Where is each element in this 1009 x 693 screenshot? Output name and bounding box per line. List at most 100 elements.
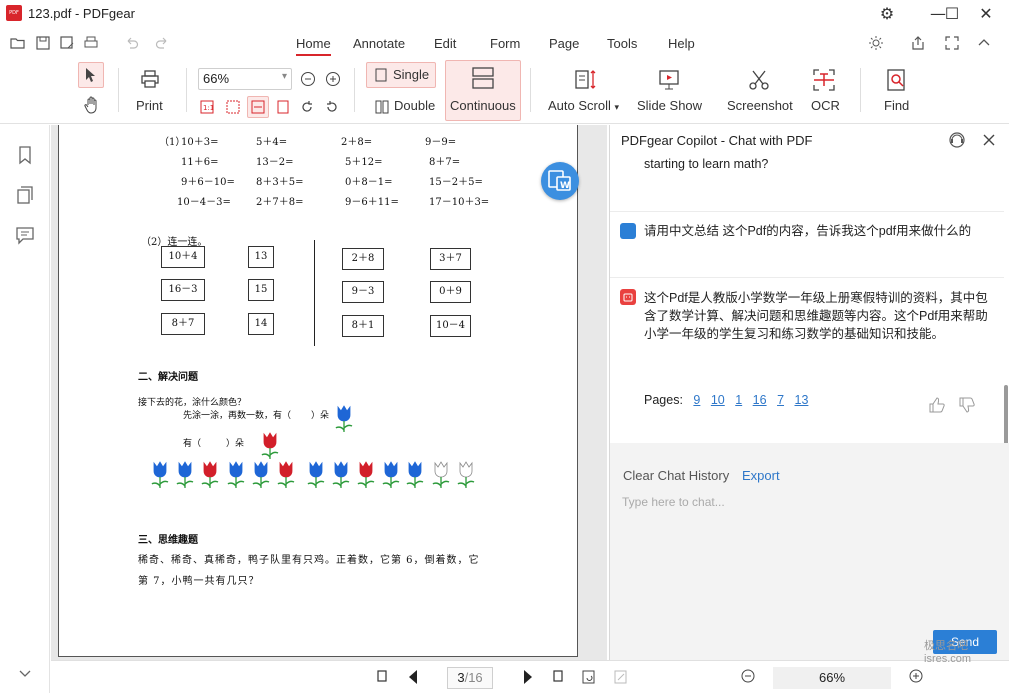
page-number-input[interactable]: 3/16 — [447, 667, 493, 689]
slide-show-button[interactable]: Slide Show — [637, 98, 702, 113]
rotate-view-icon[interactable] — [581, 669, 597, 688]
undo-icon[interactable] — [124, 35, 140, 51]
ocr-icon[interactable] — [812, 68, 836, 92]
find-icon[interactable] — [885, 68, 909, 92]
page-link[interactable]: 1 — [735, 393, 742, 407]
share-icon[interactable] — [910, 35, 926, 51]
zoom-select[interactable]: 66% ▾ — [198, 68, 292, 90]
double-page-icon[interactable] — [375, 100, 389, 114]
chat-footer: Clear Chat History Export Type here to c… — [610, 443, 1009, 660]
match-box: 8＋7 — [161, 313, 205, 335]
scissors-icon[interactable] — [747, 68, 771, 92]
support-agent-icon[interactable] — [948, 131, 966, 149]
copilot-message-line: 小学一年级的学生复习和练习数学的基础知识和技能。 — [644, 327, 945, 341]
thumbs-down-icon[interactable] — [958, 396, 976, 414]
theme-icon[interactable] — [868, 35, 884, 51]
comments-icon[interactable] — [15, 225, 35, 245]
status-zoom-level[interactable]: 66% — [773, 667, 891, 689]
watermark: 极思名吧 isres.com — [924, 640, 972, 665]
tulip-icon — [404, 460, 426, 490]
match-box: 10－4 — [430, 315, 471, 337]
page-link[interactable]: 13 — [795, 393, 809, 407]
zoom-out-icon[interactable] — [300, 71, 316, 87]
bookmark-icon[interactable] — [15, 145, 35, 165]
tulip-icon — [174, 460, 196, 490]
tab-edit[interactable]: Edit — [434, 36, 456, 51]
fit-page-icon[interactable] — [226, 100, 240, 114]
print-icon[interactable] — [140, 69, 160, 89]
print-button[interactable]: Print — [136, 98, 163, 113]
status-zoom-in-icon[interactable] — [909, 669, 923, 686]
section-2-line-1a: 先涂一涂，再数一数，有（ — [183, 411, 292, 421]
thumbs-up-icon[interactable] — [928, 396, 946, 414]
clear-chat-history-button[interactable]: Clear Chat History — [623, 468, 729, 483]
previous-message-tail: starting to learn math? — [644, 157, 769, 171]
chat-scrollbar[interactable] — [1004, 385, 1008, 443]
next-page-icon[interactable] — [523, 670, 533, 687]
chat-messages[interactable]: starting to learn math? 请用中文总结 这个Pdf的内容，… — [610, 155, 1009, 443]
collapse-ribbon-icon[interactable] — [976, 35, 992, 51]
first-page-icon[interactable] — [377, 669, 387, 686]
screenshot-button[interactable]: Screenshot — [727, 98, 793, 113]
copilot-message-line: 这个Pdf是人教版小学数学一年级上册寒假特训的资料，其中包 — [644, 291, 988, 305]
prev-page-icon[interactable] — [408, 670, 418, 687]
slide-show-icon[interactable] — [657, 68, 681, 92]
zoom-in-icon[interactable] — [325, 71, 341, 87]
last-page-icon[interactable] — [553, 669, 563, 686]
match-box: 10＋4 — [161, 246, 205, 268]
equation: 5＋4= — [256, 137, 288, 148]
open-folder-icon[interactable] — [10, 35, 26, 51]
equation: 8＋7= — [429, 157, 461, 168]
convert-to-word-button[interactable]: W — [541, 162, 579, 200]
auto-scroll-icon[interactable] — [574, 68, 598, 92]
thumbnails-icon[interactable] — [15, 185, 35, 205]
close-window-button[interactable]: ✕ — [972, 3, 1000, 25]
fit-visible-icon[interactable] — [276, 100, 290, 114]
quick-print-icon[interactable] — [83, 35, 99, 51]
tab-tools[interactable]: Tools — [607, 36, 637, 51]
double-button[interactable]: Double — [394, 98, 435, 113]
maximize-button[interactable]: ☐ — [938, 3, 966, 25]
message-divider — [610, 277, 1004, 278]
tab-form[interactable]: Form — [490, 36, 520, 51]
fullscreen-icon[interactable] — [944, 35, 960, 51]
tab-home[interactable]: Home — [296, 36, 331, 56]
left-sidebar — [0, 125, 50, 693]
equation: 11＋6= — [181, 157, 219, 168]
find-button[interactable]: Find — [884, 98, 909, 113]
redo-icon[interactable] — [154, 35, 170, 51]
equation: 10＋3= — [181, 137, 219, 148]
tulip-icon — [455, 460, 477, 490]
export-button[interactable]: Export — [742, 468, 780, 483]
document-viewer[interactable]: （1） 10＋3= 5＋4= 2＋8= 9－9= 11＋6= 13－2= 5＋1… — [51, 125, 607, 660]
read-mode-icon[interactable] — [613, 669, 629, 688]
chat-input[interactable]: Type here to chat... — [622, 495, 992, 635]
tab-help[interactable]: Help — [668, 36, 695, 51]
page-link[interactable]: 7 — [777, 393, 784, 407]
page-link[interactable]: 9 — [693, 393, 700, 407]
rotate-left-icon[interactable] — [325, 100, 339, 114]
auto-scroll-button[interactable]: Auto Scroll ▾ — [548, 98, 619, 113]
tab-page[interactable]: Page — [549, 36, 579, 51]
actual-size-icon[interactable]: 1:1 — [200, 100, 214, 114]
ocr-button[interactable]: OCR — [811, 98, 840, 113]
section-2-line-2b: ）朵 — [226, 439, 245, 449]
section-2-line-1b: ）朵 — [311, 411, 330, 421]
save-as-icon[interactable] — [59, 35, 75, 51]
save-icon[interactable] — [35, 35, 51, 51]
ribbon-divider — [118, 68, 119, 112]
single-page-icon — [375, 68, 387, 82]
hand-tool-icon[interactable] — [84, 96, 100, 114]
equation: 15－2＋5= — [429, 177, 483, 188]
close-chat-icon[interactable] — [980, 131, 998, 149]
rotate-right-icon[interactable] — [300, 100, 314, 114]
page-link[interactable]: 16 — [753, 393, 767, 407]
copilot-message-line: 含了数学计算、解决问题和思维趣题等内容。这个Pdf用来帮助 — [644, 309, 988, 323]
sidebar-expand-icon[interactable] — [15, 663, 35, 683]
tab-annotate[interactable]: Annotate — [353, 36, 405, 51]
blue-tulip-icon — [333, 404, 355, 434]
status-zoom-out-icon[interactable] — [741, 669, 755, 686]
page-link[interactable]: 10 — [711, 393, 725, 407]
source-pages: Pages: 9 10 1 16 7 13 — [644, 393, 808, 407]
settings-icon[interactable]: ⚙ — [873, 3, 901, 25]
